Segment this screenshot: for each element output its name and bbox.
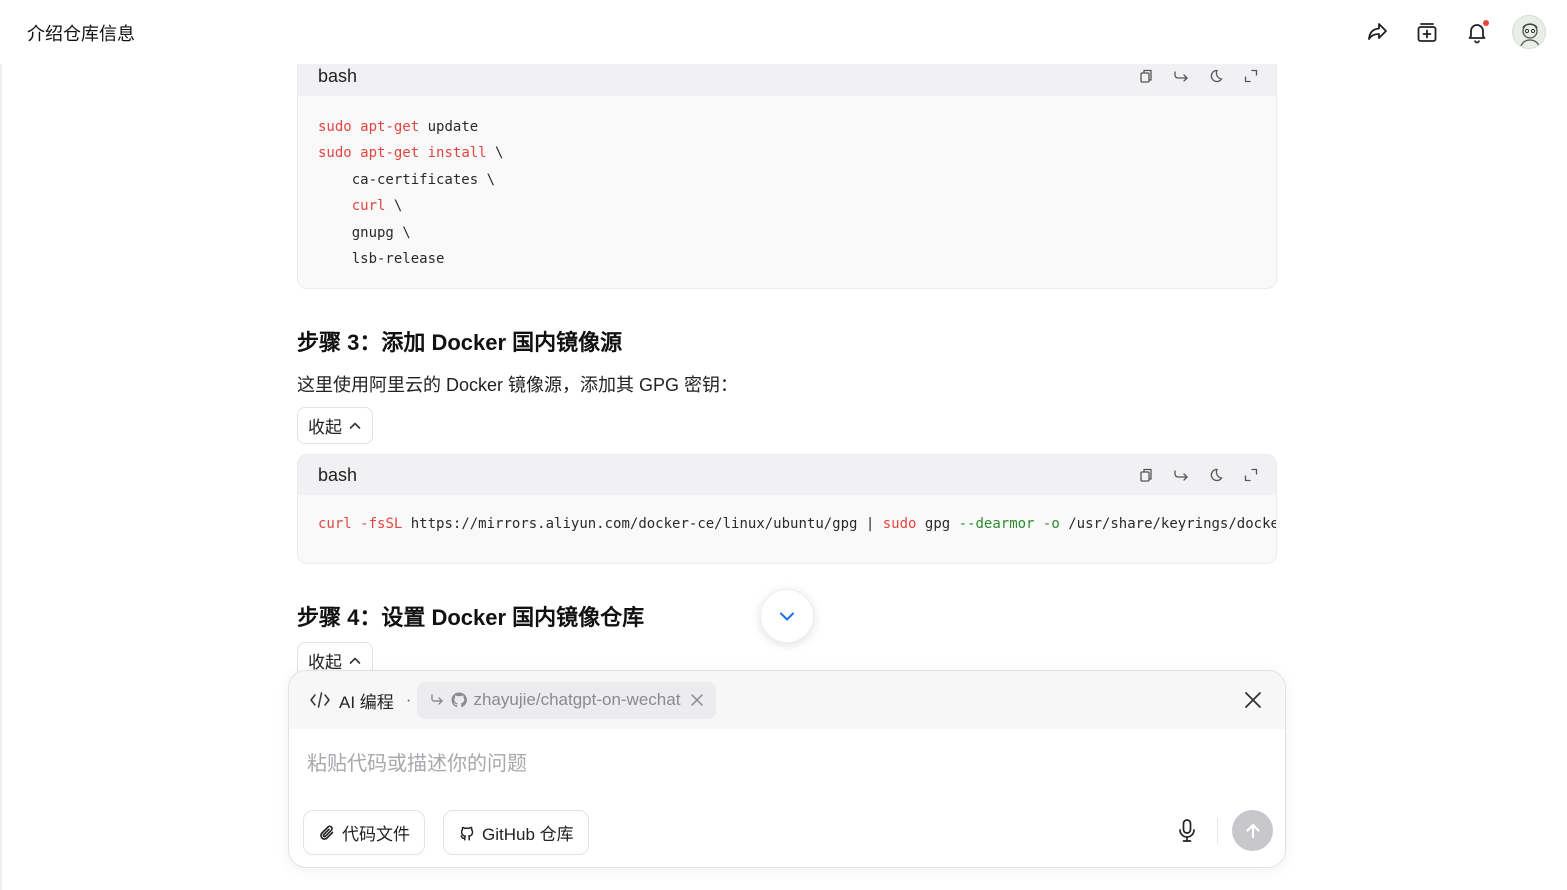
avatar[interactable] xyxy=(1512,15,1546,49)
code-language-label: bash xyxy=(318,65,358,86)
code-line: sudo apt-get update xyxy=(318,114,1256,140)
code-token: sudo xyxy=(318,119,352,135)
step-4-heading: 步骤 4：设置 Docker 国内镜像仓库 xyxy=(297,605,645,630)
code-toolbar xyxy=(1135,65,1262,87)
microphone-icon[interactable] xyxy=(1174,816,1200,846)
code-line: curl \ xyxy=(318,193,1256,219)
chevron-up-icon xyxy=(349,421,361,429)
code-block-header: bash xyxy=(298,455,1276,495)
code-token: curl xyxy=(351,198,386,215)
message-input[interactable] xyxy=(307,749,1257,779)
arrow-up-icon xyxy=(1245,823,1260,838)
code-block: bash curl -fsSL https://mirrors.aliyun.c… xyxy=(297,454,1277,564)
code-token: -fsSL xyxy=(360,516,403,532)
wrap-icon[interactable] xyxy=(1170,464,1192,486)
copy-icon[interactable] xyxy=(1135,65,1157,87)
chat-composer: AI 编程 · zhayujie/chatgpt-on-wechat 代码文件 … xyxy=(288,670,1286,868)
attach-code-file-button[interactable]: 代码文件 xyxy=(303,810,425,855)
code-content: curl -fsSL https://mirrors.aliyun.com/do… xyxy=(298,495,1276,555)
divider xyxy=(1217,818,1218,844)
chevron-up-icon xyxy=(349,656,361,664)
code-token: sudo xyxy=(882,516,917,532)
code-line: lsb-release xyxy=(318,246,1256,272)
code-language-label: bash xyxy=(318,464,358,485)
code-token: /usr/share/keyrings/docker-archive-keyri… xyxy=(1068,516,1276,532)
code-line: curl -fsSL https://mirrors.aliyun.com/do… xyxy=(318,511,1276,537)
mode-label: AI 编程 xyxy=(339,692,394,712)
attach-label: 代码文件 xyxy=(342,825,410,844)
share-icon[interactable] xyxy=(1362,17,1392,47)
code-line: gnupg \ xyxy=(318,220,1256,246)
collapse-label: 收起 xyxy=(308,418,342,437)
close-icon[interactable] xyxy=(1241,688,1265,712)
step-3-description: 这里使用阿里云的 Docker 镜像源，添加其 GPG 密钥： xyxy=(297,375,739,395)
send-button[interactable] xyxy=(1232,810,1273,851)
chevron-down-icon xyxy=(780,612,794,621)
code-token: \ xyxy=(385,198,403,215)
ai-coding-mode[interactable]: AI 编程 · xyxy=(309,688,417,713)
github-icon xyxy=(451,692,468,708)
code-line: sudo apt-get install \ xyxy=(318,140,1256,166)
code-token: --dearmor xyxy=(958,516,1035,532)
code-line: ca-certificates \ xyxy=(318,167,1256,193)
code-token: lsb-release xyxy=(318,251,445,268)
code-token: apt-get xyxy=(360,119,420,135)
code-token: ca-certificates \ xyxy=(318,171,496,188)
repo-chip[interactable]: zhayujie/chatgpt-on-wechat xyxy=(417,681,717,719)
code-token: \ xyxy=(486,145,504,162)
collapse-button[interactable]: 收起 xyxy=(297,407,373,444)
github-icon xyxy=(460,826,474,840)
new-chat-icon[interactable] xyxy=(1412,17,1442,47)
code-token: update xyxy=(419,119,479,135)
expand-icon[interactable] xyxy=(1240,464,1262,486)
wrap-icon[interactable] xyxy=(1170,65,1192,87)
code-token: install xyxy=(427,145,487,162)
code-token: apt-get xyxy=(360,145,420,162)
notification-dot xyxy=(1483,20,1489,26)
code-mode-icon xyxy=(310,692,330,708)
code-content: sudo apt-get update sudo apt-get install … xyxy=(298,96,1276,288)
code-token: sudo xyxy=(318,145,352,162)
github-label: GitHub 仓库 xyxy=(482,825,574,844)
copy-icon[interactable] xyxy=(1135,464,1157,486)
composer-header: AI 编程 · zhayujie/chatgpt-on-wechat xyxy=(289,671,1285,729)
step-3-heading: 步骤 3：添加 Docker 国内镜像源 xyxy=(297,330,623,355)
repo-name: zhayujie/chatgpt-on-wechat xyxy=(473,690,681,709)
theme-icon[interactable] xyxy=(1205,464,1227,486)
expand-icon[interactable] xyxy=(1240,65,1262,87)
page-title: 介绍仓库信息 xyxy=(27,24,135,44)
theme-icon[interactable] xyxy=(1205,65,1227,87)
code-token: gpg xyxy=(916,516,959,532)
code-token: curl xyxy=(318,516,352,532)
github-repo-button[interactable]: GitHub 仓库 xyxy=(443,810,589,855)
page-edge xyxy=(0,0,2,890)
code-token: -o xyxy=(1042,516,1060,532)
bell-icon[interactable] xyxy=(1462,17,1492,47)
paperclip-icon xyxy=(320,825,334,840)
mode-separator: · xyxy=(405,690,412,709)
scroll-to-bottom-button[interactable] xyxy=(760,589,814,643)
link-arrow-icon xyxy=(431,694,444,705)
remove-repo-icon[interactable] xyxy=(690,693,704,707)
top-bar: 介绍仓库信息 xyxy=(0,0,1567,64)
code-toolbar xyxy=(1135,464,1262,486)
code-block: bash sudo apt-get update sudo apt-get ins… xyxy=(297,55,1277,289)
code-token: gnupg \ xyxy=(318,224,411,241)
code-token: https://mirrors.aliyun.com/docker-ce/lin… xyxy=(402,516,883,532)
